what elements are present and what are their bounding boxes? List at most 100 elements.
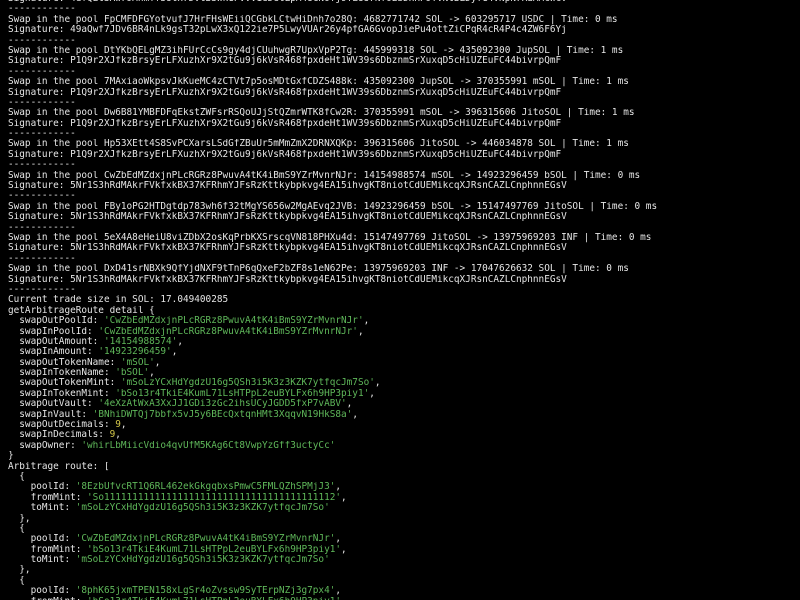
string-literal: 'bSo13r4TkiE4KumL71LsHTPpL2euBYLFx6h9HP3… bbox=[87, 597, 341, 600]
output-text: Swap in the pool FpCMFDFGYotvufJ7HrFHsWE… bbox=[8, 14, 618, 25]
terminal-line: ------------ bbox=[8, 36, 800, 46]
output-text: , bbox=[341, 544, 347, 555]
string-literal: 'So1111111111111111111111111111111111111… bbox=[87, 492, 342, 503]
output-text: Swap in the pool DxD41srNBXk9QfYjdNXF9tT… bbox=[8, 264, 629, 275]
terminal-line: swapInTokenMint: 'bSo13r4TkiE4KumL71LsHT… bbox=[8, 389, 800, 399]
output-text: Signature: P1Q9r2XJfkzBrsyErLFXuzhXr9X2t… bbox=[8, 118, 562, 129]
terminal-line: poolId: 'CwZbEdMZdxjnPLcRGRz8PwuvA4tK4iB… bbox=[8, 534, 800, 544]
output-text: Swap in the pool DtYKbQELgMZ3ihFUrCcCs9g… bbox=[8, 45, 624, 56]
output-text: , bbox=[154, 357, 161, 368]
string-literal: 'CwZbEdMZdxjnPLcRGRz8PwuvA4tK4iBmS9YZrMv… bbox=[103, 316, 364, 327]
terminal-line: swapOutDecimals: 9, bbox=[8, 420, 800, 430]
string-literal: '8phK65jxmTPEN158xLgSr4oZvssw9SyTErpNZj3… bbox=[75, 586, 336, 597]
terminal-line: swapOutTokenMint: 'mSoLzYCxHdYgdzU16g5QS… bbox=[8, 378, 800, 388]
output-text: Swap in the pool Hp53XEtt4S8SvPCXarsLSdG… bbox=[8, 139, 629, 150]
terminal-line: swapOutVault: '4eXzAtWxA3XxJJ1GDi3zGc2ih… bbox=[8, 399, 800, 409]
terminal-line: swapInDecimals: 9, bbox=[8, 430, 800, 440]
output-text: , bbox=[369, 388, 375, 399]
terminal-line: Signature: P1Q9r2XJfkzBrsyErLFXuzhXr9X2t… bbox=[8, 56, 800, 66]
terminal-line: swapOwner: 'whirLbMiicVdio4qvUfM5KAg6Ct8… bbox=[8, 441, 800, 451]
terminal-line: ------------ bbox=[8, 129, 800, 139]
terminal-line: ------------ bbox=[8, 4, 800, 14]
output-text: Signature: 5Nr1S3hRdMAkrFVkfxkBX37KFRhmY… bbox=[8, 243, 567, 254]
terminal-line: toMint: 'mSoLzYCxHdYgdzU16g5QSh3i5K3z3KZ… bbox=[8, 503, 800, 513]
output-text: } bbox=[8, 451, 14, 462]
terminal-line: fromMint: 'bSo13r4TkiE4KumL71LsHTPpL2euB… bbox=[8, 597, 800, 600]
output-text: swapInDecimals: bbox=[8, 430, 110, 441]
output-text: ------------ bbox=[8, 4, 76, 15]
output-text: { bbox=[8, 575, 25, 586]
output-text: , bbox=[335, 586, 342, 597]
terminal-line: Signature: 5Nr1S3hRdMAkrFVkfxkBX37KFRhmY… bbox=[8, 243, 800, 253]
output-text: Swap in the pool CwZbEdMZdxjnPLcRGRz8Pwu… bbox=[8, 170, 641, 181]
terminal-line: ------------ bbox=[8, 98, 800, 108]
terminal-line: swapOutPoolId: 'CwZbEdMZdxjnPLcRGRz8Pwuv… bbox=[8, 316, 800, 326]
terminal-line: Signature: 49aQwf7JDv6BR4nLk9gsT32pLwX3x… bbox=[8, 25, 800, 35]
terminal-line: Arbitrage route: [ bbox=[8, 462, 800, 472]
output-text: , bbox=[115, 430, 121, 441]
terminal-line: { bbox=[8, 576, 800, 586]
terminal-line: swapInVault: 'BNhiDWTQj7bbfx5vJ5y6BEcQxt… bbox=[8, 410, 800, 420]
output-text: swapOutPoolId: bbox=[8, 316, 104, 327]
output-text: ------------ bbox=[8, 160, 76, 171]
terminal-line: { bbox=[8, 472, 800, 482]
string-literal: 'whirLbMiicVdio4qvUfM5KAg6Ct8VwpYzGff3uc… bbox=[81, 440, 336, 451]
output-text: Signature: 5Nr1S3hRdMAkrFVkfxkBX37KFRhmY… bbox=[8, 181, 567, 192]
output-text: Swap in the pool 7MAxiaoWkpsvJkKueMC4zCT… bbox=[8, 77, 629, 88]
output-text: , bbox=[177, 336, 183, 347]
output-text: Signature: 4dfQEt3Aw79AhmTf3Utx7DVtB3WkG… bbox=[8, 0, 567, 4]
output-text: }, bbox=[8, 565, 31, 576]
terminal-line: }, bbox=[8, 514, 800, 524]
string-literal: '14923296459' bbox=[98, 347, 172, 358]
output-text: , bbox=[374, 378, 381, 389]
output-text: ------------ bbox=[8, 35, 76, 46]
terminal-line: fromMint: 'So111111111111111111111111111… bbox=[8, 493, 800, 503]
terminal-line: ------------ bbox=[8, 67, 800, 77]
string-literal: '4eXzAtWxA3XxJJ1GDi3zGc2ihsUCyJGDD5fxP7v… bbox=[98, 399, 347, 410]
terminal-line: getArbitrageRoute detail { bbox=[8, 306, 800, 316]
output-text: swapInTokenMint: bbox=[8, 388, 116, 399]
terminal-line: poolId: '8phK65jxmTPEN158xLgSr4oZvssw9Sy… bbox=[8, 586, 800, 596]
terminal-line: ------------ bbox=[8, 160, 800, 170]
terminal-line: Swap in the pool 7MAxiaoWkpsvJkKueMC4zCT… bbox=[8, 77, 800, 87]
terminal-line: Swap in the pool FBy1oPG2HTDgtdp783wh6f3… bbox=[8, 202, 800, 212]
output-text: Swap in the pool 5eX4A8eHeiU8viZDbX2osKq… bbox=[8, 232, 652, 243]
output-text: Signature: 5Nr1S3hRdMAkrFVkfxkBX37KFRhmY… bbox=[8, 212, 567, 223]
terminal-line: { bbox=[8, 524, 800, 534]
output-text: , bbox=[171, 347, 178, 358]
output-text: , bbox=[363, 316, 370, 327]
terminal-line: Current trade size in SOL: 17.049400285 bbox=[8, 295, 800, 305]
terminal-line: Signature: P1Q9r2XJfkzBrsyErLFXuzhXr9X2t… bbox=[8, 119, 800, 129]
output-text: swapInTokenName: bbox=[8, 368, 116, 379]
terminal-line: Swap in the pool Dw6B81YMBFDFqEkstZWFsrR… bbox=[8, 108, 800, 118]
terminal-line: swapOutTokenName: 'mSOL', bbox=[8, 358, 800, 368]
terminal-line: Swap in the pool DtYKbQELgMZ3ihFUrCcCs9g… bbox=[8, 46, 800, 56]
terminal-window[interactable]: Signature: 4dfQEt3Aw79AhmTf3Utx7DVtB3WkG… bbox=[0, 0, 800, 600]
terminal-line: Swap in the pool FpCMFDFGYotvufJ7HrFHsWE… bbox=[8, 15, 800, 25]
output-text: , bbox=[357, 326, 364, 337]
string-literal: '14154988574' bbox=[103, 336, 178, 347]
output-text: swapOutDecimals: bbox=[8, 420, 116, 431]
terminal-line: Signature: 5Nr1S3hRdMAkrFVkfxkBX37KFRhmY… bbox=[8, 181, 800, 191]
output-text: swapOutTokenMint: bbox=[8, 378, 121, 389]
terminal-line: } bbox=[8, 451, 800, 461]
output-text: swapOutTokenName: bbox=[8, 357, 121, 368]
output-text: , bbox=[335, 534, 342, 545]
terminal-line: swapInPoolId: 'CwZbEdMZdxjnPLcRGRz8PwuvA… bbox=[8, 327, 800, 337]
output-text: fromMint: bbox=[8, 492, 88, 503]
output-text: swapInPoolId: bbox=[8, 326, 99, 337]
terminal-line: swapInTokenName: 'bSOL', bbox=[8, 368, 800, 378]
terminal-line: Signature: P1Q9r2XJfkzBrsyErLFXuzhXr9X2t… bbox=[8, 88, 800, 98]
output-text: }, bbox=[8, 513, 31, 524]
output-text: ------------ bbox=[8, 66, 76, 77]
string-literal: 'BNhiDWTQj7bbfx5vJ5y6BEcQxtqnHMt3XqqvN19… bbox=[92, 409, 353, 420]
string-literal: 'CwZbEdMZdxjnPLcRGRz8PwuvA4tK4iBmS9YZrMv… bbox=[75, 534, 336, 545]
terminal-line: }, bbox=[8, 565, 800, 575]
terminal-line: poolId: '8EzbUfvcRT1Q6RL462ekGkgqbxsPmwC… bbox=[8, 482, 800, 492]
terminal-line: ------------ bbox=[8, 191, 800, 201]
output-text: , bbox=[335, 482, 342, 493]
string-literal: 'bSo13r4TkiE4KumL71LsHTPpL2euBYLFx6h9HP3… bbox=[87, 544, 342, 555]
string-literal: 'bSOL' bbox=[115, 368, 150, 379]
output-text: toMint: bbox=[8, 555, 76, 566]
terminal-line: swapOutAmount: '14154988574', bbox=[8, 337, 800, 347]
